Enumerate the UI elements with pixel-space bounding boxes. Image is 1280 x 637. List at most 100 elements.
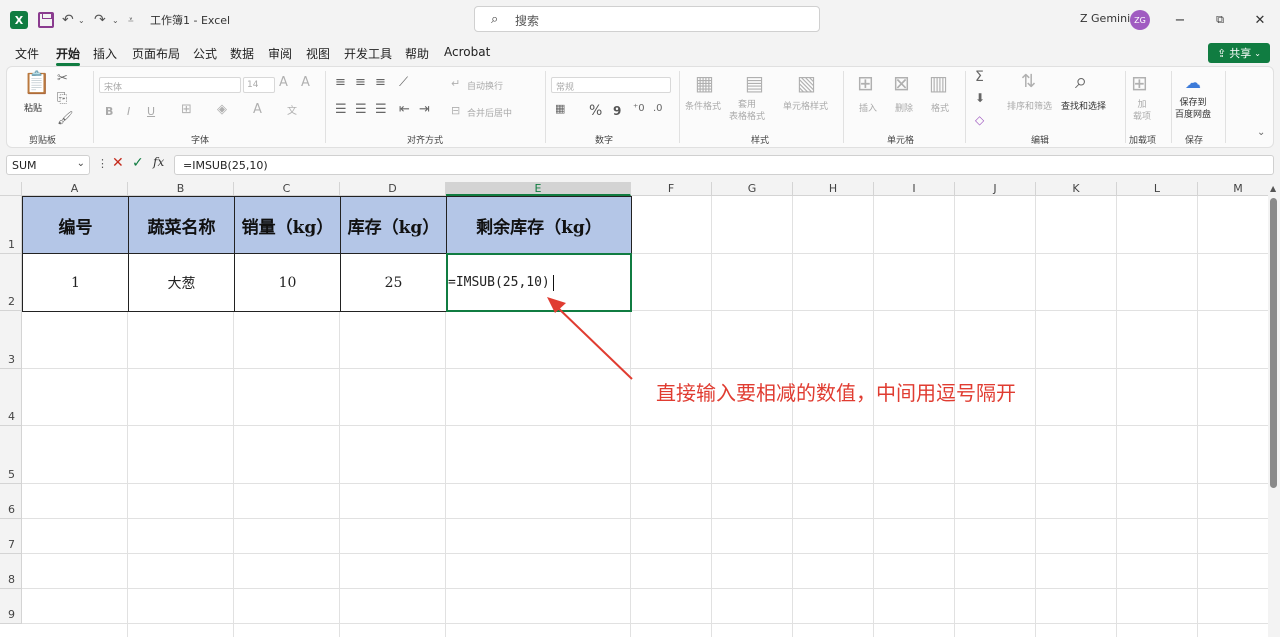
enter-icon[interactable]: ✓: [132, 155, 144, 171]
share-label: 共享: [1229, 47, 1252, 60]
tab-home[interactable]: 开始: [56, 45, 80, 62]
font-color-icon[interactable]: A: [253, 102, 262, 117]
increase-indent-icon[interactable]: ⇥: [419, 102, 430, 117]
name-box[interactable]: SUM ⌄: [6, 155, 90, 175]
clear-icon[interactable]: ◇: [975, 113, 984, 127]
italic-button[interactable]: I: [127, 105, 130, 118]
undo-dropdown-icon[interactable]: ⌄: [78, 11, 85, 29]
ribbon-divider: [1225, 71, 1226, 143]
merge-center-button[interactable]: 合并后居中: [467, 106, 512, 119]
redo-dropdown-icon[interactable]: ⌄: [112, 11, 119, 29]
collapse-ribbon-icon[interactable]: ⌄: [1257, 127, 1265, 138]
decrease-font-icon[interactable]: A: [301, 75, 310, 90]
find-icon: ⌕: [1075, 69, 1088, 94]
scroll-up-icon[interactable]: ▲: [1270, 184, 1276, 193]
format-painter-icon[interactable]: 🖌: [57, 111, 74, 126]
more-icon[interactable]: ⋮: [97, 157, 108, 170]
sort-filter-icon: ⇅: [1021, 71, 1037, 92]
save-to-cloud-button[interactable]: 保存到 百度网盘: [1175, 97, 1211, 121]
align-middle-icon[interactable]: ≡: [355, 75, 366, 90]
percent-button[interactable]: %: [589, 103, 602, 119]
tab-insert[interactable]: 插入: [93, 45, 117, 62]
comma-button[interactable]: 9: [613, 104, 621, 118]
insert-function-button[interactable]: fx: [153, 155, 164, 169]
formula-input[interactable]: =IMSUB(25,10): [174, 155, 1274, 175]
wrap-text-button[interactable]: 自动换行: [467, 79, 503, 92]
autosum-icon[interactable]: Σ: [975, 69, 984, 85]
close-button[interactable]: ✕: [1250, 10, 1270, 30]
minimize-button[interactable]: −: [1170, 10, 1190, 30]
cut-icon[interactable]: ✂: [57, 71, 68, 86]
phonetic-icon[interactable]: 文: [287, 102, 297, 117]
tab-review[interactable]: 审阅: [268, 45, 292, 62]
tab-developer[interactable]: 开发工具: [344, 45, 392, 62]
user-name[interactable]: Z Gemini: [1080, 12, 1130, 25]
tab-data[interactable]: 数据: [230, 45, 254, 62]
ribbon: 📋 粘贴 ✂ ⎘ 🖌 剪贴板 宋体 14 A A B I U ⊞ ◈ A 文 字…: [6, 66, 1274, 148]
tab-page-layout[interactable]: 页面布局: [132, 45, 180, 62]
addins-button[interactable]: 加 载项: [1133, 99, 1151, 123]
align-center-icon[interactable]: ☰: [355, 102, 367, 117]
vertical-scrollbar[interactable]: ▲: [1268, 182, 1280, 637]
scrollbar-thumb[interactable]: [1270, 198, 1277, 488]
cell-styles-button[interactable]: 单元格样式: [783, 99, 828, 112]
find-select-button[interactable]: 查找和选择: [1061, 99, 1106, 112]
ribbon-divider: [679, 71, 680, 143]
tab-acrobat[interactable]: Acrobat: [444, 45, 490, 59]
chevron-down-icon[interactable]: ⌄: [77, 158, 85, 169]
align-bottom-icon[interactable]: ≡: [375, 75, 386, 90]
tab-view[interactable]: 视图: [306, 45, 330, 62]
spreadsheet-grid[interactable]: A B C D E F G H I J K L M 1 2 3 4 5 6 7 …: [0, 182, 1268, 637]
chevron-down-icon: ⌄: [1254, 48, 1261, 58]
format-table-button[interactable]: 套用 表格格式: [729, 99, 765, 123]
tab-formulas[interactable]: 公式: [193, 45, 217, 62]
restore-button[interactable]: ⧉: [1210, 10, 1230, 30]
merge-icon: ⊟: [451, 104, 461, 117]
search-input[interactable]: ⌕ 搜索: [474, 6, 820, 32]
delete-cells-icon: ⊠: [893, 71, 910, 95]
align-left-icon[interactable]: ☰: [335, 102, 347, 117]
align-right-icon[interactable]: ☰: [375, 102, 387, 117]
redo-icon[interactable]: ↷: [94, 11, 106, 29]
tab-help[interactable]: 帮助: [405, 45, 429, 62]
underline-button[interactable]: U: [147, 105, 155, 118]
paste-icon[interactable]: 📋: [23, 71, 50, 96]
format-table-icon: ▤: [745, 71, 764, 95]
copy-icon[interactable]: ⎘: [57, 91, 67, 106]
tab-file[interactable]: 文件: [15, 45, 39, 62]
align-top-icon[interactable]: ≡: [335, 75, 346, 90]
name-box-value: SUM: [12, 159, 37, 172]
font-name-select[interactable]: 宋体: [99, 77, 241, 93]
insert-cells-button[interactable]: 插入: [859, 101, 877, 114]
format-cells-button[interactable]: 格式: [931, 101, 949, 114]
annotation-arrow: [547, 297, 633, 380]
fill-icon[interactable]: ⬇: [975, 91, 985, 105]
delete-cells-button[interactable]: 删除: [895, 101, 913, 114]
save-icon[interactable]: [38, 12, 54, 28]
paste-button[interactable]: 粘贴: [24, 101, 42, 114]
share-button[interactable]: ⇪ 共享 ⌄: [1208, 43, 1270, 63]
ribbon-divider: [93, 71, 94, 143]
decrease-indent-icon[interactable]: ⇤: [399, 102, 410, 117]
formula-text: =IMSUB(25,10): [183, 159, 268, 172]
ribbon-divider: [325, 71, 326, 143]
editing-group-label: 编辑: [1031, 136, 1050, 146]
ribbon-divider: [1125, 71, 1126, 143]
font-size-select[interactable]: 14: [243, 77, 275, 93]
avatar[interactable]: ZG: [1130, 10, 1150, 30]
decrease-decimal-icon[interactable]: .0: [653, 103, 663, 114]
cancel-icon[interactable]: ✕: [112, 155, 124, 171]
borders-icon[interactable]: ⊞: [181, 102, 192, 117]
increase-decimal-icon[interactable]: ⁺0: [633, 103, 645, 114]
conditional-format-button[interactable]: 条件格式: [685, 99, 721, 112]
undo-icon[interactable]: ↶: [62, 11, 74, 29]
number-format-select[interactable]: 常规: [551, 77, 671, 93]
fill-color-icon[interactable]: ◈: [217, 102, 227, 117]
increase-font-icon[interactable]: A: [279, 75, 288, 90]
accounting-format-icon[interactable]: ▦: [555, 102, 565, 115]
bold-button[interactable]: B: [105, 105, 113, 118]
sort-filter-button[interactable]: 排序和筛选: [1007, 99, 1052, 112]
formula-bar: SUM ⌄ ⋮ ✕ ✓ fx =IMSUB(25,10): [0, 152, 1280, 178]
orientation-icon[interactable]: ⟋: [399, 75, 408, 90]
customize-toolbar-icon[interactable]: ⩡: [128, 11, 134, 29]
